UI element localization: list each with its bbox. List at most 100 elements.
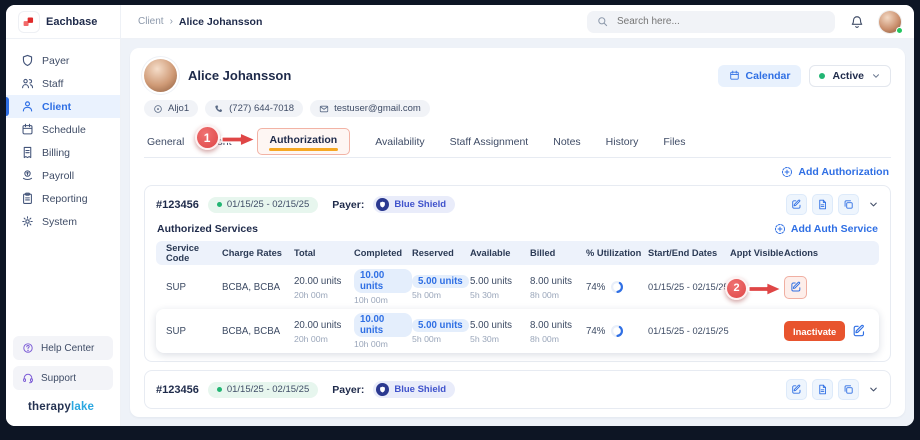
collapse-chevron-icon[interactable]	[868, 199, 879, 210]
authorization-card-header: #123456 01/15/25 - 02/15/25 Payer: Blue …	[156, 379, 879, 400]
available-cell: 5.00 units5h 30m	[470, 319, 530, 344]
system-gear-icon	[21, 215, 34, 228]
brand-word-second: lake	[71, 401, 94, 413]
status-dropdown[interactable]: Active	[809, 65, 891, 87]
payer-name: Blue Shield	[394, 384, 446, 395]
total-units: 20.00 units	[294, 319, 341, 332]
annotation-step-1: 1	[195, 125, 220, 150]
tab-general[interactable]: General	[147, 136, 184, 157]
sidebar-item-billing[interactable]: Billing	[6, 141, 120, 164]
edit-icon	[791, 199, 802, 210]
actions-cell: Inactivate	[784, 321, 879, 341]
sidebar-item-label: Schedule	[42, 124, 86, 136]
tab-history[interactable]: History	[606, 136, 639, 157]
reserved-time: 5h 00m	[412, 290, 470, 300]
payer-shield-icon	[21, 54, 34, 67]
client-phone-value: (727) 644-7018	[229, 103, 294, 114]
add-authorization-label: Add Authorization	[798, 166, 889, 178]
total-time: 20h 00m	[294, 290, 354, 300]
reserved-units: 5.00 units	[412, 319, 469, 332]
total-cell: 20.00 units20h 00m	[294, 319, 354, 344]
tab-availability[interactable]: Availability	[375, 136, 424, 157]
sidebar-item-label: System	[42, 216, 77, 228]
breadcrumb-current: Alice Johansson	[179, 16, 262, 28]
search-box[interactable]	[587, 11, 835, 33]
sidebar-item-system[interactable]: System	[6, 210, 120, 233]
utilization-value: 74%	[586, 282, 605, 293]
support-button[interactable]: Support	[13, 366, 113, 390]
duplicate-button[interactable]	[838, 379, 859, 400]
plus-circle-icon	[781, 166, 793, 178]
edit-authorization-button[interactable]	[786, 379, 807, 400]
edit-authorization-button[interactable]	[786, 194, 807, 215]
billed-time: 8h 00m	[530, 334, 586, 344]
client-icon	[21, 100, 34, 113]
search-input[interactable]	[615, 15, 825, 28]
sidebar-item-staff[interactable]: Staff	[6, 72, 120, 95]
document-icon	[817, 199, 828, 210]
sidebar-item-payer[interactable]: Payer	[6, 49, 120, 72]
actions-cell: 2	[784, 276, 879, 299]
eachbase-logo-icon	[19, 12, 39, 32]
sidebar-item-reporting[interactable]: Reporting	[6, 187, 120, 210]
reporting-icon	[21, 192, 34, 205]
total-units: 20.00 units	[294, 275, 341, 288]
col-available: Available	[470, 248, 530, 258]
document-button[interactable]	[812, 379, 833, 400]
authorization-card-header: #123456 01/15/25 - 02/15/25 Payer: Blue …	[156, 194, 879, 215]
sidebar-item-schedule[interactable]: Schedule	[6, 118, 120, 141]
add-auth-service-link[interactable]: Add Auth Service	[774, 223, 878, 235]
phone-icon	[214, 104, 224, 114]
online-status-dot	[896, 27, 903, 34]
inactivate-button[interactable]: Inactivate	[784, 321, 845, 341]
brand[interactable]: Eachbase	[6, 5, 121, 38]
staff-icon	[21, 77, 34, 90]
copy-icon	[843, 199, 854, 210]
billed-cell: 8.00 units8h 00m	[530, 275, 586, 300]
utilization-cell: 74%	[586, 280, 648, 294]
chevron-down-icon	[871, 71, 881, 81]
sidebar-item-client[interactable]: Client	[6, 95, 120, 118]
expand-chevron-icon[interactable]	[868, 384, 879, 395]
completed-units: 10.00 units	[354, 269, 412, 293]
utilization-value: 74%	[586, 326, 605, 337]
utilization-arc-icon	[610, 280, 624, 294]
tab-files[interactable]: Files	[663, 136, 685, 157]
duplicate-button[interactable]	[838, 194, 859, 215]
calendar-button[interactable]: Calendar	[718, 65, 802, 87]
annotation-step-2: 2	[725, 277, 748, 300]
payer-label: Payer:	[332, 199, 364, 211]
client-avatar	[144, 59, 177, 92]
client-tabs: General Cont Authorization 1 Availabilit…	[144, 128, 891, 158]
utilization-cell: 74%	[586, 324, 648, 338]
client-phone-pill: (727) 644-7018	[205, 100, 303, 117]
service-code-cell: SUP	[156, 326, 222, 337]
app-window: Eachbase Client › Alice Johansson	[6, 5, 914, 426]
tab-staff-assignment[interactable]: Staff Assignment	[450, 136, 529, 157]
completed-time: 10h 00m	[354, 339, 412, 349]
help-center-button[interactable]: Help Center	[13, 336, 113, 360]
add-authorization-link[interactable]: Add Authorization	[781, 166, 889, 178]
plus-circle-icon	[774, 223, 786, 235]
breadcrumb-section[interactable]: Client	[138, 16, 164, 27]
payer-logo-icon	[376, 383, 389, 396]
mail-icon	[319, 104, 329, 114]
payer-label: Payer:	[332, 384, 364, 396]
reserved-cell: 5.00 units 5h 00m	[412, 275, 470, 300]
client-info-pills: Aljo1 (727) 644-7018 testuser@gmail.com	[144, 100, 891, 117]
help-icon	[22, 342, 34, 354]
sidebar-item-payroll[interactable]: Payroll	[6, 164, 120, 187]
edit-service-button[interactable]: 2	[784, 276, 807, 299]
document-button[interactable]	[812, 194, 833, 215]
edit-icon[interactable]	[852, 324, 866, 338]
services-table-header: Service Code Charge Rates Total Complete…	[156, 241, 879, 265]
reserved-units: 5.00 units	[412, 275, 469, 288]
billed-time: 8h 00m	[530, 290, 586, 300]
sidebar-item-label: Billing	[42, 147, 70, 159]
completed-cell: 10.00 units10h 00m	[354, 269, 412, 305]
bell-icon[interactable]	[850, 15, 864, 29]
edit-icon	[790, 281, 802, 293]
user-avatar[interactable]	[879, 11, 901, 33]
tab-authorization[interactable]: Authorization	[257, 128, 351, 155]
tab-notes[interactable]: Notes	[553, 136, 580, 157]
